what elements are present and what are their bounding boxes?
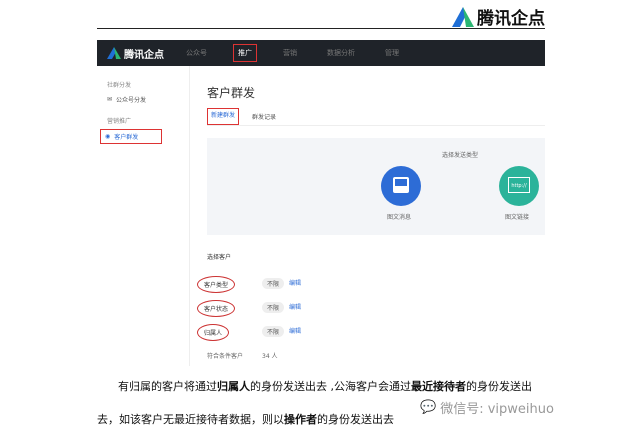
brand-text: 腾讯企点 (124, 49, 164, 61)
nav-item-promotion[interactable]: 推广 (233, 44, 257, 62)
option-label: 图文消息 (387, 214, 412, 221)
edit-link[interactable]: 编辑 (289, 326, 301, 335)
main-content: 客户群发 新建群发 群发记录 选择发送类型 图文消息 http:// 图文链接 … (197, 66, 545, 366)
edit-link[interactable]: 编辑 (289, 302, 301, 311)
sidebar-item-official[interactable]: ✉ 公众号分发 (107, 95, 146, 104)
tab-send-history[interactable]: 群发记录 (252, 112, 276, 121)
send-type-heading: 选择发送类型 (442, 152, 479, 159)
filter-value: 不限 (262, 302, 285, 313)
header-divider (97, 28, 545, 29)
brand-logo: 腾讯企点 (452, 4, 545, 29)
wechat-icon: 💬 (420, 400, 437, 415)
customer-icon: ◉ (105, 133, 111, 140)
logo-icon (107, 47, 121, 59)
paragraph-line-1: 有归属的客户将通过归属人的身份发送出去 ,公海客户会通过最近接待者的身份发送出 (118, 380, 532, 393)
sidebar-group: 社群分发 (107, 82, 132, 89)
tab-bar: 新建群发 群发记录 (207, 108, 545, 126)
sidebar-item-mass-send[interactable]: ◉ 客户群发 (100, 129, 162, 144)
filter-label: 客户状态 (197, 300, 236, 317)
filter-value: 不限 (262, 278, 285, 289)
image-text-link-button[interactable]: http:// (499, 166, 539, 206)
app-screenshot: 腾讯企点 公众号 推广 营销 数据分析 管理 社群分发 ✉ 公众号分发 营销推广 … (97, 40, 545, 366)
nav-item-manage[interactable]: 管理 (381, 45, 403, 61)
filter-value: 不限 (262, 326, 285, 337)
document-icon (393, 177, 409, 193)
image-text-message-button[interactable] (381, 166, 421, 206)
paragraph-line-2: 去，如该客户无最近接待者数据，则以操作者的身份发送出去 (97, 413, 394, 426)
filter-label: 客户类型 (197, 276, 236, 293)
match-count-value: 34 人 (262, 353, 278, 360)
tab-new-send[interactable]: 新建群发 (207, 108, 240, 125)
logo-icon (452, 6, 474, 27)
sidebar-group: 营销推广 (107, 118, 132, 125)
top-nav: 腾讯企点 公众号 推广 营销 数据分析 管理 (97, 40, 545, 66)
nav-item-official[interactable]: 公众号 (182, 45, 211, 61)
link-icon: http:// (508, 177, 530, 193)
logo-text: 腾讯企点 (477, 9, 545, 29)
nav-item-analytics[interactable]: 数据分析 (323, 45, 359, 61)
option-label: 图文链接 (505, 214, 530, 221)
page-title: 客户群发 (207, 86, 256, 100)
select-customer-heading: 选择客户 (207, 254, 232, 261)
match-count-label: 符合条件客户 (207, 353, 244, 360)
watermark: 💬 微信号: vipweihuo (420, 398, 554, 417)
sidebar-item-label: 客户群发 (114, 134, 139, 141)
app-brand: 腾讯企点 (107, 46, 164, 61)
send-type-panel: 选择发送类型 图文消息 http:// 图文链接 (207, 138, 545, 235)
watermark-text: 微信号: vipweihuo (440, 402, 554, 417)
edit-link[interactable]: 编辑 (289, 278, 301, 287)
sidebar-item-label: 公众号分发 (116, 97, 147, 104)
filter-label: 归属人 (197, 324, 230, 341)
sidebar: 社群分发 ✉ 公众号分发 营销推广 ◉ 客户群发 (97, 66, 190, 366)
mail-icon: ✉ (107, 96, 113, 103)
nav-item-marketing[interactable]: 营销 (279, 45, 301, 61)
